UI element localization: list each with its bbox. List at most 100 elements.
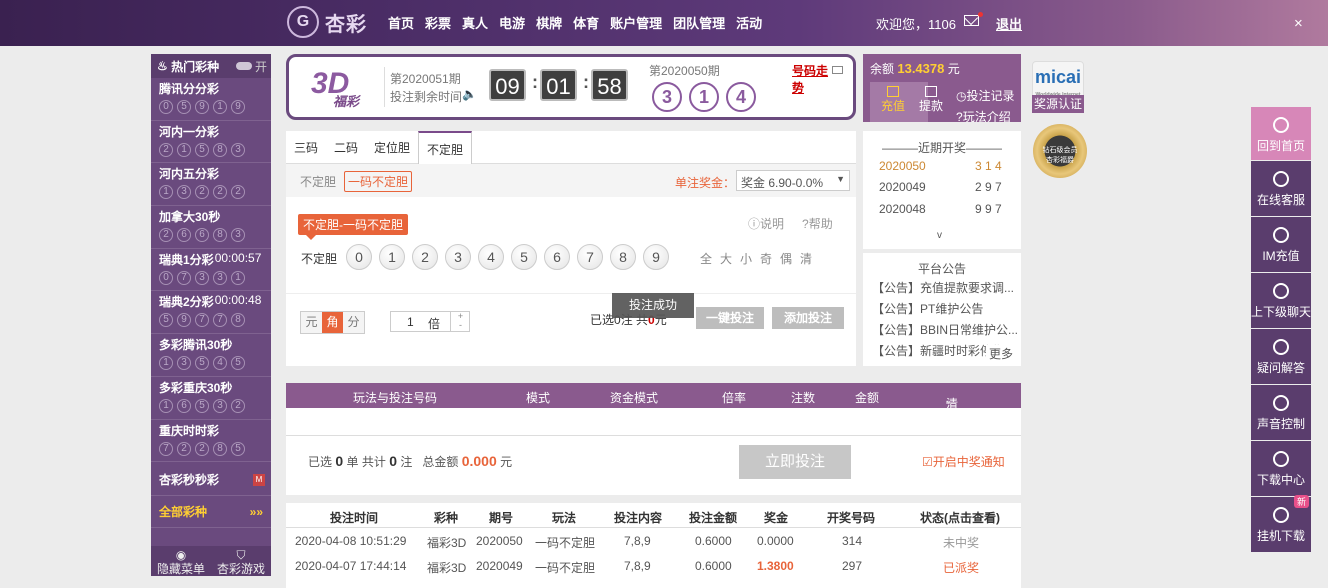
nav-team[interactable]: 团队管理 [673, 13, 725, 32]
trend-link[interactable]: 号码走势 [792, 62, 832, 96]
number-ball-4[interactable]: 4 [478, 244, 504, 270]
toggle-switch[interactable] [235, 62, 252, 70]
close-icon[interactable]: × [1294, 15, 1303, 32]
bet-records-link[interactable]: ◷投注记录 [956, 87, 1015, 104]
table-row[interactable]: 2020-04-08 10:51:29 福彩3D 2020050 一码不定胆 7… [286, 528, 1021, 553]
wallet-icon [925, 86, 937, 97]
sidebar-item-label: 重庆时时彩 [159, 422, 271, 439]
float-question-button[interactable]: 疑问解答 [1251, 329, 1311, 384]
sidebar-item-lottery[interactable]: 重庆时时彩 7 2 2 8 5 [151, 420, 271, 463]
number-ball-2[interactable]: 2 [412, 244, 438, 270]
tab-position[interactable]: 定位胆 [366, 131, 418, 163]
draw-ball: 3 [195, 270, 209, 285]
quick-bet-button[interactable]: 一键投注 [696, 307, 764, 329]
sidebar-item-lottery[interactable]: 多彩重庆30秒 1 6 5 3 2 [151, 377, 271, 420]
sidebar-item-miaomiao[interactable]: 杏彩秒秒彩 M [151, 462, 271, 497]
tab-three-code[interactable]: 三码 [286, 131, 326, 163]
nav-lottery[interactable]: 彩票 [425, 13, 451, 32]
submit-bet-button[interactable]: 立即投注 [739, 445, 851, 479]
nav-account[interactable]: 账户管理 [610, 13, 662, 32]
speaker-icon[interactable]: 🔈 [462, 87, 477, 101]
table-row[interactable]: 2020-04-07 17:44:14 福彩3D 2020049 一码不定胆 7… [286, 553, 1021, 578]
explain-link[interactable]: ⓘ说明 [748, 215, 784, 232]
draw-ball: 2 [177, 441, 191, 456]
sidebar-item-lottery[interactable]: 瑞典1分彩 00:00:57 0 7 3 3 1 [151, 249, 271, 292]
announce-item[interactable]: 【公告】PT维护公告 [872, 300, 983, 317]
number-ball-7[interactable]: 7 [577, 244, 603, 270]
float-headset-button[interactable]: 在线客服 [1251, 161, 1311, 216]
all-lotteries-link[interactable]: 全部彩种 »» [151, 496, 271, 529]
quick-select-button[interactable]: 小 [740, 250, 752, 267]
mail-icon[interactable] [964, 15, 979, 26]
cell-status[interactable]: 已派奖 [943, 559, 979, 576]
float-speaker-button[interactable]: 声音控制 [1251, 385, 1311, 440]
chart-icon[interactable] [832, 66, 843, 74]
last-draw-balls: 21583 [159, 142, 271, 157]
draw-ball: 4 [213, 356, 227, 371]
site-logo[interactable]: G 杏彩 [287, 6, 367, 38]
quick-select-button[interactable]: 清 [800, 250, 812, 267]
announce-more-link[interactable]: 更多 [985, 345, 1013, 362]
last-draw-balls: 26683 [159, 228, 271, 243]
nav-home[interactable]: 首页 [388, 13, 414, 32]
quick-select-button[interactable]: 全 [700, 250, 712, 267]
nav-events[interactable]: 活动 [736, 13, 762, 32]
float-download-button[interactable]: 下载中心 [1251, 441, 1311, 496]
play-tabs: 三码 二码 定位胆 不定胆 [286, 131, 856, 164]
quick-select-button[interactable]: 偶 [780, 250, 792, 267]
checkbox-icon[interactable]: ☑ [922, 455, 933, 469]
minus-button[interactable]: - [459, 320, 462, 330]
sidebar-item-lottery[interactable]: 多彩腾讯30秒 1 3 5 4 5 [151, 334, 271, 377]
number-ball-9[interactable]: 9 [643, 244, 669, 270]
multiplier-value[interactable]: 1 [407, 315, 414, 329]
unit-jiao[interactable]: 角 [322, 312, 343, 333]
chevron-down-icon[interactable]: v [937, 230, 942, 241]
sidebar-item-lottery[interactable]: 腾讯分分彩 0 5 9 1 9 [151, 78, 271, 121]
number-ball-1[interactable]: 1 [379, 244, 405, 270]
nav-slots[interactable]: 电游 [499, 13, 525, 32]
unit-fen[interactable]: 分 [343, 312, 364, 333]
games-button[interactable]: ⛉ 杏彩游戏 [211, 546, 271, 576]
rules-link[interactable]: ?玩法介绍 [956, 108, 1011, 125]
sidebar-item-lottery[interactable]: 河内一分彩 2 1 5 8 3 [151, 121, 271, 164]
nav-live[interactable]: 真人 [462, 13, 488, 32]
float-home-button[interactable]: 回到首页 [1251, 107, 1311, 160]
multiplier-stepper[interactable]: 1 倍 + - [390, 311, 470, 332]
sidebar-toggle[interactable]: 开 [235, 58, 267, 75]
prize-select[interactable]: 奖金 6.90-0.0% [736, 170, 850, 191]
nav-cards[interactable]: 棋牌 [536, 13, 562, 32]
announce-item[interactable]: 【公告】充值提款要求调... [872, 279, 1014, 296]
float-yen-button[interactable]: 挂机下载 新 [1251, 495, 1311, 552]
hide-menu-button[interactable]: ◉ 隐藏菜单 [151, 546, 211, 576]
float-chat-button[interactable]: 上下级聊天 [1251, 273, 1311, 328]
quick-select-button[interactable]: 奇 [760, 250, 772, 267]
number-ball-3[interactable]: 3 [445, 244, 471, 270]
recharge-button[interactable]: 充值 [878, 86, 908, 113]
withdraw-button[interactable]: 提款 [916, 86, 946, 113]
float-label: 挂机下载 [1256, 529, 1305, 543]
announce-item[interactable]: 【公告】BBIN日常维护公... [872, 321, 1018, 338]
tab-two-code[interactable]: 二码 [326, 131, 366, 163]
help-link[interactable]: ?帮助 [802, 215, 833, 232]
number-ball-0[interactable]: 0 [346, 244, 372, 270]
sidebar-item-lottery[interactable]: 加拿大30秒 2 6 6 8 3 [151, 206, 271, 249]
draw-ball: 1 [231, 270, 245, 285]
subtab-one-code[interactable]: 一码不定胆 [344, 171, 413, 192]
float-im-button[interactable]: IM充值 [1251, 217, 1311, 272]
sidebar-item-lottery[interactable]: 瑞典2分彩 00:00:48 5 9 7 7 8 [151, 291, 271, 335]
nav-sports[interactable]: 体育 [573, 13, 599, 32]
add-bet-button[interactable]: 添加投注 [772, 307, 844, 329]
logout-link[interactable]: 退出 [996, 14, 1022, 33]
number-ball-5[interactable]: 5 [511, 244, 537, 270]
win-notify-checkbox[interactable]: ☑开启中奖通知 [922, 453, 1005, 470]
cell-status[interactable]: 未中奖 [943, 534, 979, 551]
unread-dot [978, 12, 983, 17]
number-ball-6[interactable]: 6 [544, 244, 570, 270]
tab-budingdan[interactable]: 不定胆 [418, 131, 473, 164]
sidebar-item-lottery[interactable]: 河内五分彩 1 3 2 2 2 [151, 163, 271, 207]
subtab-budingdan[interactable]: 不定胆 [300, 173, 336, 190]
number-ball-8[interactable]: 8 [610, 244, 636, 270]
draw-ball: 1 [177, 142, 191, 157]
quick-select-button[interactable]: 大 [720, 250, 732, 267]
unit-yuan[interactable]: 元 [301, 312, 322, 333]
